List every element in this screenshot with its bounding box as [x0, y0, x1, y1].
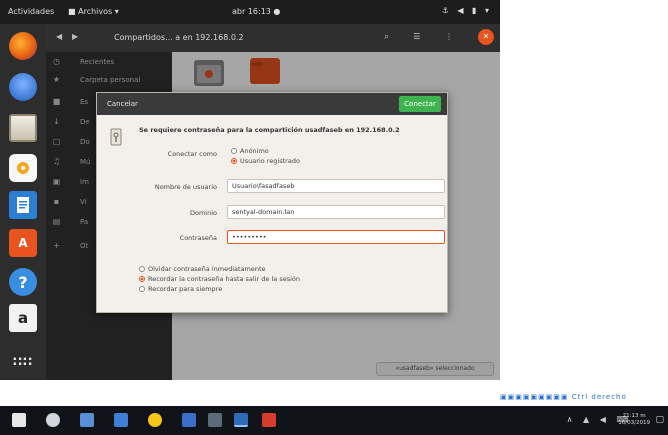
radio-remember-forever[interactable]: Recordar para siempre: [139, 285, 222, 293]
back-icon[interactable]: ◀: [56, 32, 62, 41]
amazon-icon[interactable]: a: [9, 304, 37, 332]
firefox-icon[interactable]: [9, 32, 37, 60]
system-menu[interactable]: ⚓ ◀ ▮ ▾: [442, 6, 492, 15]
connect-button[interactable]: Conectar: [399, 96, 441, 112]
password-label: Contraseña: [179, 234, 217, 242]
notifications-icon[interactable]: ▢: [655, 415, 664, 425]
location-path[interactable]: Compartidos... a en 192.168.0.2: [114, 33, 244, 42]
windows-taskbar: ∧ ▲ ◀ ⌨ 21:13 m 16/03/2019 ▢: [0, 406, 668, 435]
apps-grid-icon[interactable]: ∷∷: [9, 348, 37, 376]
domain-label: Dominio: [189, 209, 217, 217]
password-field[interactable]: [227, 230, 445, 244]
app-icon[interactable]: [262, 413, 276, 427]
windows-start-icon[interactable]: [12, 413, 26, 427]
task-view-icon[interactable]: [80, 413, 94, 427]
virtualbox-icon[interactable]: [234, 413, 248, 427]
username-label: Nombre de usuario: [154, 183, 217, 191]
header-actions[interactable]: ⌕ ☰ ⋮: [384, 32, 464, 42]
help-icon[interactable]: ?: [9, 268, 37, 296]
radio-forget-label: Olvidar contraseña inmediatamente: [148, 265, 266, 273]
radio-icon: [139, 286, 145, 292]
radio-forget-password[interactable]: Olvidar contraseña inmediatamente: [139, 265, 266, 273]
radio-icon: [139, 266, 145, 272]
dock: A ? a ∷∷: [0, 24, 46, 380]
close-icon[interactable]: ✕: [478, 29, 494, 45]
cancel-button[interactable]: Cancelar: [107, 98, 138, 111]
password-dialog: Cancelar Conectar Se requiere contraseña…: [96, 92, 448, 313]
clock-time: 21:13 m: [622, 413, 646, 419]
settings-icon[interactable]: [208, 413, 222, 427]
screen: Actividades ■ Archivos ▾ abr 16:13 ● ⚓ ◀…: [0, 0, 668, 435]
app-menu[interactable]: ■ Archivos ▾: [68, 7, 119, 16]
thunderbird-icon[interactable]: [9, 73, 37, 101]
clock-date: 16/03/2019: [618, 420, 650, 426]
radio-checked-icon: [231, 158, 237, 164]
dialog-header: Cancelar Conectar: [97, 93, 447, 115]
connect-as-label: Conectar como: [167, 150, 217, 158]
key-icon: [109, 127, 123, 147]
username-field[interactable]: [227, 179, 445, 193]
ubuntu-desktop: Actividades ■ Archivos ▾ abr 16:13 ● ⚓ ◀…: [0, 0, 500, 380]
vm-status-bar: ▣▣▣▣▣▣▣▣▣ Ctrl derecho: [500, 393, 627, 401]
store-icon[interactable]: [182, 413, 196, 427]
taskbar-clock[interactable]: 21:13 m 16/03/2019: [618, 413, 650, 427]
dialog-title: Se requiere contraseña para la compartic…: [139, 126, 400, 134]
radio-registered-label: Usuario registrado: [240, 157, 300, 165]
search-icon[interactable]: [46, 413, 60, 427]
software-icon[interactable]: A: [9, 229, 37, 257]
chrome-icon[interactable]: [148, 413, 162, 427]
radio-anonymous[interactable]: Anónimo: [231, 147, 269, 155]
radio-registered-user[interactable]: Usuario registrado: [231, 157, 300, 165]
radio-anonymous-label: Anónimo: [240, 147, 269, 155]
files-header-bar: ◀ ▶ Compartidos... a en 192.168.0.2 ⌕ ☰ …: [46, 24, 500, 52]
activities-button[interactable]: Actividades: [8, 7, 54, 16]
file-explorer-icon[interactable]: [114, 413, 128, 427]
writer-icon[interactable]: [9, 191, 37, 219]
rhythmbox-icon[interactable]: [9, 154, 37, 182]
forward-icon[interactable]: ▶: [72, 32, 78, 41]
gnome-top-bar: Actividades ■ Archivos ▾ abr 16:13 ● ⚓ ◀…: [0, 0, 500, 24]
top-bar-clock[interactable]: abr 16:13 ●: [232, 7, 280, 16]
radio-forever-label: Recordar para siempre: [148, 285, 223, 293]
radio-icon: [231, 148, 237, 154]
domain-field[interactable]: [227, 205, 445, 219]
radio-session-label: Recordar la contraseña hasta salir de la…: [148, 275, 300, 283]
files-icon[interactable]: [9, 114, 37, 142]
radio-checked-icon: [139, 276, 145, 282]
radio-remember-session[interactable]: Recordar la contraseña hasta salir de la…: [139, 275, 300, 283]
